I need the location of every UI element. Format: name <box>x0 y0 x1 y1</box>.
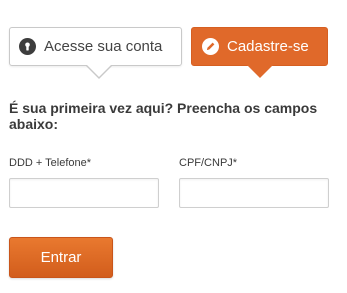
tab-register-pointer <box>247 65 273 78</box>
tab-login-label: Acesse sua conta <box>44 38 163 55</box>
keyhole-icon <box>19 38 36 55</box>
form-prompt: É sua primeira vez aqui? Preencha os cam… <box>9 100 318 132</box>
phone-field[interactable] <box>9 178 159 208</box>
document-field-label: CPF/CNPJ* <box>179 157 238 169</box>
document-field[interactable] <box>179 178 329 208</box>
phone-field-label: DDD + Telefone* <box>9 157 92 169</box>
pencil-icon <box>202 38 219 55</box>
tab-login[interactable]: Acesse sua conta <box>9 27 182 66</box>
submit-button[interactable]: Entrar <box>9 237 113 278</box>
tab-register-label: Cadastre-se <box>227 38 309 55</box>
tab-login-pointer <box>87 65 111 77</box>
tab-register[interactable]: Cadastre-se <box>191 27 328 66</box>
